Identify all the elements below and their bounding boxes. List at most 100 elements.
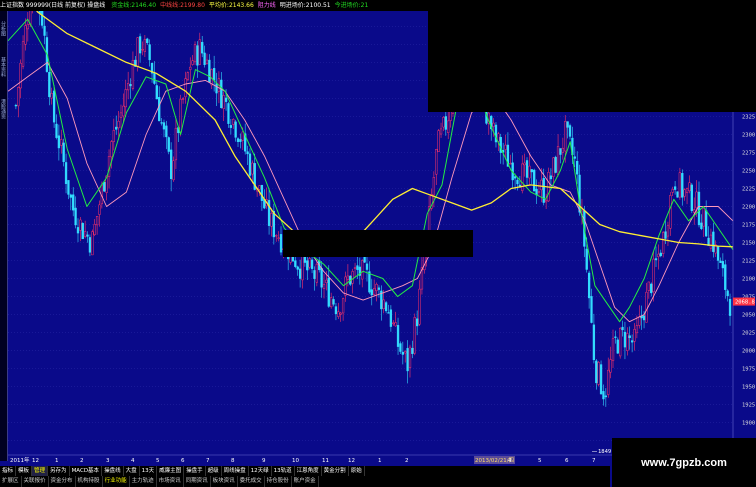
candle-body bbox=[387, 312, 390, 314]
candle-body bbox=[676, 191, 679, 198]
candle-body bbox=[341, 298, 345, 314]
candle-body bbox=[544, 200, 548, 203]
candle-body bbox=[561, 147, 564, 153]
indicator-tab-1[interactable]: 模板 bbox=[16, 466, 33, 476]
x-tick-label: 5 bbox=[156, 458, 160, 464]
candle-body bbox=[568, 125, 572, 137]
header-item: 阻力线 bbox=[257, 2, 276, 9]
indicator-tab-11[interactable]: 周线操盘 bbox=[222, 466, 249, 476]
indicator-tab-12[interactable]: 12天绿 bbox=[249, 466, 272, 476]
candle-body bbox=[57, 135, 61, 149]
candle-body bbox=[208, 59, 211, 83]
candle-body bbox=[160, 122, 163, 124]
extension-tab-11[interactable]: 账户资金 bbox=[292, 476, 319, 487]
candle-body bbox=[351, 271, 354, 284]
candle-body bbox=[296, 266, 299, 270]
low-price-label: 1849 bbox=[598, 449, 611, 455]
candle-body bbox=[129, 84, 132, 87]
candle-body bbox=[377, 287, 381, 290]
candle-body bbox=[616, 339, 619, 354]
trading-app: 2450242524002375235023252300227522502225… bbox=[0, 0, 756, 487]
candle-body bbox=[611, 338, 615, 362]
left-tab-hk-connect[interactable]: 港股通资 bbox=[0, 99, 7, 119]
indicator-tab-10[interactable]: 超级 bbox=[206, 466, 222, 476]
y-tick-label: 2175 bbox=[742, 222, 755, 228]
candle-body bbox=[401, 351, 404, 355]
candle-body bbox=[609, 359, 612, 373]
indicator-tab-8[interactable]: 威廉主图 bbox=[157, 466, 185, 476]
extension-tab-9[interactable]: 委托成交 bbox=[238, 476, 265, 487]
candle-body bbox=[626, 333, 629, 351]
indicator-tab-9[interactable]: 操盘手 bbox=[184, 466, 206, 476]
extension-tab-8[interactable]: 板块资讯 bbox=[211, 476, 238, 487]
x-tick-label: 7 bbox=[592, 458, 596, 464]
extension-tab-4[interactable]: 行业功能 bbox=[103, 476, 130, 487]
candle-body bbox=[277, 237, 280, 239]
candle-body bbox=[530, 169, 533, 173]
candle-body bbox=[198, 39, 201, 65]
candle-body bbox=[719, 260, 722, 263]
indicator-tab-13[interactable]: 13轨道 bbox=[272, 466, 295, 476]
candle-body bbox=[389, 309, 393, 327]
candle-body bbox=[222, 95, 225, 109]
candle-body bbox=[320, 268, 323, 288]
x-tick-label: 11 bbox=[322, 458, 329, 464]
extension-tab-0[interactable]: 扩展区 bbox=[0, 476, 22, 487]
indicator-tab-6[interactable]: 大盘 bbox=[124, 466, 140, 476]
indicator-tab-2[interactable]: 管理 bbox=[32, 466, 49, 476]
candle-body bbox=[587, 272, 591, 299]
candle-body bbox=[346, 275, 350, 280]
candle-body bbox=[201, 41, 204, 54]
candle-body bbox=[260, 184, 264, 201]
indicator-tab-5[interactable]: 操盘线 bbox=[102, 466, 124, 476]
candle-body bbox=[227, 103, 230, 124]
x-tick-label: 9 bbox=[262, 458, 266, 464]
candle-body bbox=[650, 283, 653, 294]
candle-body bbox=[554, 156, 557, 173]
candle-body bbox=[392, 322, 395, 325]
indicator-tab-0[interactable]: 指标 bbox=[0, 466, 17, 476]
candle-body bbox=[17, 87, 20, 107]
candle-body bbox=[303, 256, 307, 263]
candle-body bbox=[74, 207, 77, 226]
candle-body bbox=[67, 180, 70, 195]
extension-tab-3[interactable]: 机构持股 bbox=[76, 476, 103, 487]
candle-body bbox=[334, 306, 338, 315]
indicator-tab-7[interactable]: 13天 bbox=[140, 466, 158, 476]
candle-body bbox=[681, 173, 684, 198]
indicator-tab-15[interactable]: 黄金分割 bbox=[322, 466, 349, 476]
redacted-panel-top bbox=[428, 0, 756, 112]
candle-body bbox=[330, 297, 333, 308]
extension-tab-6[interactable]: 市场资讯 bbox=[157, 476, 184, 487]
candle-body bbox=[595, 360, 598, 384]
candle-body bbox=[712, 231, 715, 252]
candle-body bbox=[678, 172, 682, 198]
candle-body bbox=[93, 224, 96, 235]
candle-body bbox=[124, 89, 127, 108]
candle-body bbox=[647, 281, 650, 291]
extension-tab-2[interactable]: 资金分布 bbox=[49, 476, 76, 487]
y-tick-label: 2125 bbox=[742, 259, 755, 265]
extension-tab-10[interactable]: 持仓股份 bbox=[265, 476, 292, 487]
candle-body bbox=[184, 78, 187, 98]
indicator-tab-3[interactable]: 另存为 bbox=[48, 466, 70, 476]
extension-tab-1[interactable]: 关联报价 bbox=[22, 476, 49, 487]
left-tab-basic-info[interactable]: 基本资料 bbox=[0, 57, 7, 77]
indicator-tab-14[interactable]: 江恩角度 bbox=[295, 466, 322, 476]
extension-tab-7[interactable]: 同期资讯 bbox=[184, 476, 211, 487]
candle-body bbox=[370, 289, 373, 296]
y-tick-label: 2250 bbox=[742, 168, 755, 174]
candle-body bbox=[540, 179, 543, 191]
x-tick-label: 3 bbox=[106, 458, 110, 464]
candle-body bbox=[373, 288, 376, 295]
indicator-tab-16[interactable]: 原始 bbox=[349, 466, 365, 476]
indicator-tab-4[interactable]: MACD基本 bbox=[70, 466, 103, 476]
candle-body bbox=[607, 369, 610, 395]
candle-body bbox=[298, 268, 302, 279]
candle-body bbox=[599, 364, 603, 395]
header-item: 资金线:2146.40 bbox=[111, 2, 157, 9]
candle-body bbox=[645, 291, 648, 323]
left-tab-analysis[interactable]: 分析图 bbox=[0, 21, 7, 36]
candle-body bbox=[186, 72, 190, 80]
extension-tab-5[interactable]: 主力轨迹 bbox=[130, 476, 157, 487]
